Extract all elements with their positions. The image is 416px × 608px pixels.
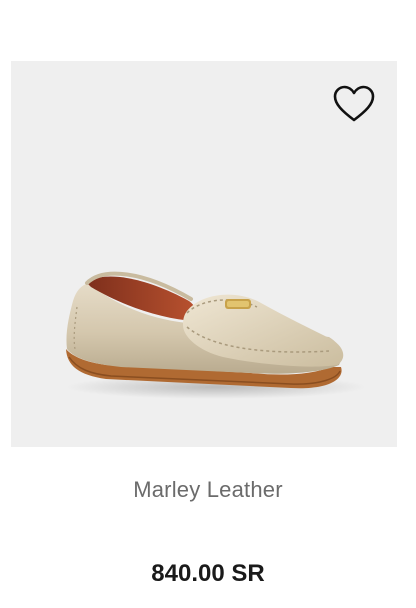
product-price: 840.00 SR <box>151 560 265 587</box>
product-image-panel[interactable] <box>11 61 397 447</box>
wishlist-heart-icon[interactable] <box>332 84 376 124</box>
product-name[interactable]: Marley Leather <box>0 477 416 503</box>
product-card[interactable]: Marley Leather 840.00 SR <box>0 0 416 608</box>
